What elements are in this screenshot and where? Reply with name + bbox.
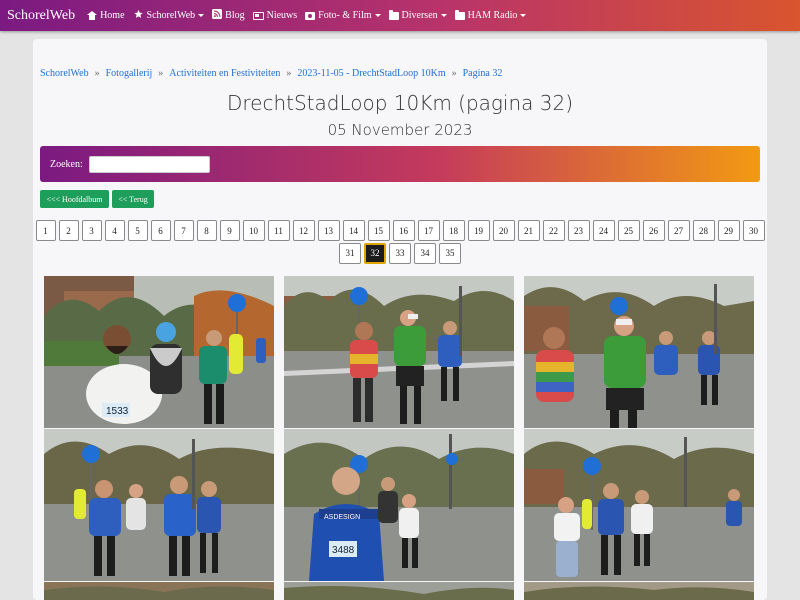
pagination-page-5[interactable]: 5 — [127, 220, 148, 241]
chevron-down-icon — [198, 14, 205, 17]
pagination-page-31[interactable]: 31 — [339, 242, 361, 264]
nav-home-label: Home — [100, 10, 125, 21]
pagination-page-34[interactable]: 34 — [414, 242, 436, 264]
nav-foto-film-dropdown[interactable]: Foto- & Film — [305, 10, 381, 21]
pagination-page-2[interactable]: 2 — [58, 220, 79, 241]
nav-schorelweb-label: SchorelWeb — [146, 10, 196, 21]
folder-icon — [388, 9, 399, 20]
nav-schorelweb-dropdown[interactable]: SchorelWeb — [133, 9, 205, 22]
content-card: SchorelWeb » Fotogallerij » Activiteiten… — [33, 39, 767, 600]
pagination-page-30[interactable]: 30 — [742, 220, 765, 241]
gallery-photo[interactable] — [524, 276, 754, 428]
pagination-page-33[interactable]: 33 — [389, 242, 411, 264]
bib-number: 1533 — [106, 406, 129, 417]
pagination-page-20[interactable]: 20 — [492, 220, 515, 241]
breadcrumb-item-page[interactable]: Pagina 32 — [463, 68, 503, 79]
pagination-page-28[interactable]: 28 — [692, 220, 715, 241]
breadcrumb-separator: » — [158, 68, 164, 79]
pagination-page-12[interactable]: 12 — [292, 220, 315, 241]
pagination-page-6[interactable]: 6 — [150, 220, 171, 241]
nav-diversen-dropdown[interactable]: Diversen — [388, 9, 447, 21]
pagination-page-27[interactable]: 27 — [667, 220, 690, 241]
top-navbar: SchorelWeb Home SchorelWeb Blog Nieuws F… — [0, 0, 800, 31]
chevron-down-icon — [520, 14, 527, 17]
pagination-page-8[interactable]: 8 — [196, 220, 217, 241]
star-icon — [133, 9, 144, 22]
nav-ham-radio-label: HAM Radio — [467, 10, 518, 21]
pagination-page-14[interactable]: 14 — [342, 220, 365, 241]
pagination-page-19[interactable]: 19 — [467, 220, 490, 241]
back-button[interactable]: << Terug — [112, 190, 154, 208]
pagination-page-32[interactable]: 32 — [364, 242, 386, 264]
gallery-photo[interactable] — [44, 582, 274, 600]
gallery-photo[interactable] — [284, 582, 514, 600]
pagination-page-10[interactable]: 10 — [242, 220, 265, 241]
nav-diversen-label: Diversen — [401, 10, 438, 21]
breadcrumb-item-activiteiten[interactable]: Activiteiten en Festiviteiten — [169, 68, 280, 79]
gallery-photo[interactable] — [44, 429, 274, 581]
pagination-page-25[interactable]: 25 — [617, 220, 640, 241]
pagination-page-4[interactable]: 4 — [104, 220, 125, 241]
pagination-page-24[interactable]: 24 — [592, 220, 615, 241]
gallery-photo[interactable] — [524, 582, 754, 600]
main-album-button[interactable]: <<< Hoofdalbum — [40, 190, 109, 208]
camera-icon — [305, 11, 316, 20]
bib-number: 3488 — [332, 545, 355, 556]
breadcrumb-item-album[interactable]: 2023-11-05 - DrechtStadLoop 10Km — [297, 68, 445, 79]
pagination-page-26[interactable]: 26 — [642, 220, 665, 241]
gallery-photo[interactable] — [284, 276, 514, 428]
pagination-page-21[interactable]: 21 — [517, 220, 540, 241]
page-title: DrechtStadLoop 10Km (pagina 32) — [226, 91, 574, 115]
pagination-page-13[interactable]: 13 — [317, 220, 340, 241]
breadcrumb-item-schorelweb[interactable]: SchorelWeb — [40, 68, 89, 79]
gallery-photo[interactable]: ASDESIGN 3488 — [284, 429, 514, 581]
pagination: 1 2 3 4 5 6 7 8 9 10 11 12 13 14 15 16 17 18 19 20 21 22 23 24 2… — [33, 220, 767, 265]
pagination-page-22[interactable]: 22 — [542, 220, 565, 241]
house-icon — [87, 11, 98, 20]
pagination-page-3[interactable]: 3 — [81, 220, 102, 241]
nav-foto-film-label: Foto- & Film — [318, 10, 372, 21]
nav-ham-radio-dropdown[interactable]: HAM Radio — [454, 9, 527, 21]
gallery-photo[interactable] — [524, 429, 754, 581]
pagination-page-29[interactable]: 29 — [717, 220, 740, 241]
pagination-page-11[interactable]: 11 — [267, 220, 290, 241]
pagination-page-18[interactable]: 18 — [442, 220, 465, 241]
search-bar: Zoeken: — [40, 146, 760, 182]
chevron-down-icon — [440, 14, 447, 17]
pagination-page-17[interactable]: 17 — [417, 220, 440, 241]
nav-blog-label: Blog — [225, 10, 245, 21]
nav-nieuws[interactable]: Nieuws — [252, 10, 298, 21]
pagination-page-16[interactable]: 16 — [392, 220, 415, 241]
gallery-photo[interactable]: 1533 — [44, 276, 274, 428]
svg-text:ASDESIGN: ASDESIGN — [324, 514, 360, 521]
pagination-page-7[interactable]: 7 — [173, 220, 194, 241]
newspaper-icon — [252, 11, 264, 20]
pagination-page-23[interactable]: 23 — [567, 220, 590, 241]
pagination-page-1[interactable]: 1 — [35, 220, 56, 241]
nav-nieuws-label: Nieuws — [266, 10, 298, 21]
chevron-down-icon — [374, 14, 381, 17]
folder-icon — [454, 9, 465, 20]
pagination-page-15[interactable]: 15 — [367, 220, 390, 241]
breadcrumb-separator: » — [94, 68, 100, 79]
pagination-page-35[interactable]: 35 — [439, 242, 461, 264]
rss-icon — [212, 9, 223, 22]
search-label: Zoeken: — [50, 158, 83, 170]
breadcrumb: SchorelWeb » Fotogallerij » Activiteiten… — [40, 68, 502, 79]
breadcrumb-item-fotogallerij[interactable]: Fotogallerij — [106, 68, 153, 79]
brand-link[interactable]: SchorelWeb — [7, 8, 75, 24]
page-subtitle-date: 05 November 2023 — [327, 121, 473, 139]
breadcrumb-separator: » — [451, 68, 457, 79]
search-input[interactable] — [88, 155, 210, 173]
nav-blog[interactable]: Blog — [212, 9, 245, 22]
breadcrumb-separator: » — [286, 68, 292, 79]
nav-home[interactable]: Home — [87, 10, 125, 21]
pagination-page-9[interactable]: 9 — [219, 220, 240, 241]
